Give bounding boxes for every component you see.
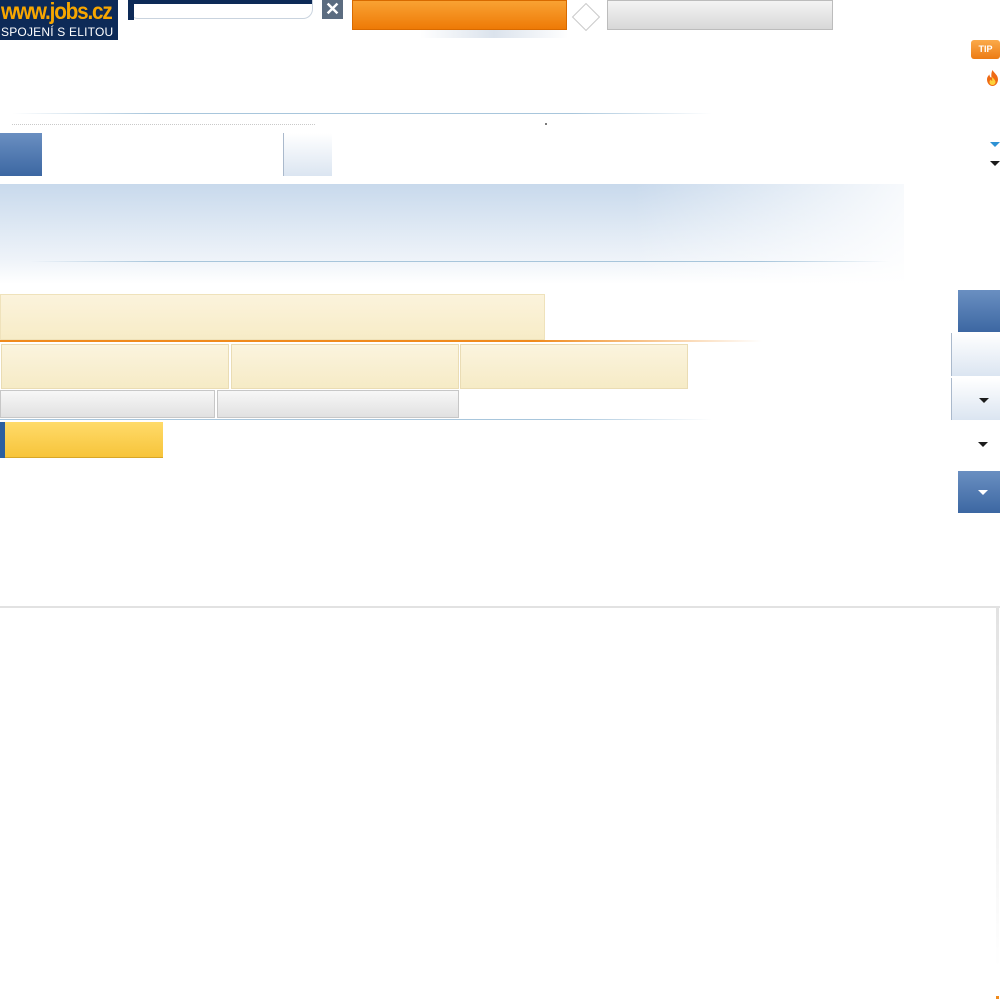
side-nav-tile[interactable] bbox=[958, 290, 1000, 332]
caret-down-icon bbox=[978, 490, 988, 495]
flame-icon[interactable] bbox=[985, 70, 1000, 86]
filter-divider bbox=[0, 419, 712, 420]
filter-panel-header bbox=[0, 294, 545, 340]
filter-tab[interactable] bbox=[1, 344, 229, 389]
logo-url-text: www.jobs.cz bbox=[1, 0, 113, 24]
filter-select[interactable] bbox=[0, 390, 215, 418]
caret-down-icon[interactable] bbox=[978, 442, 988, 447]
section-divider bbox=[12, 113, 712, 114]
filter-submit-accent bbox=[0, 422, 5, 458]
content-panel-edge bbox=[996, 608, 999, 968]
search-input[interactable] bbox=[128, 0, 313, 19]
flame-icon-svg bbox=[987, 70, 998, 86]
site-logo[interactable]: www.jobs.cz SPOJENÍ S ELITOU bbox=[0, 0, 118, 40]
hero-banner-fade bbox=[0, 184, 904, 284]
nav-tab-inactive[interactable] bbox=[283, 133, 332, 176]
close-icon: ✕ bbox=[324, 0, 341, 19]
logo-tagline: SPOJENÍ S ELITOU bbox=[1, 25, 114, 39]
filter-tab[interactable] bbox=[460, 344, 688, 389]
clear-search-button[interactable]: ✕ bbox=[322, 0, 343, 19]
side-dropdown-active[interactable] bbox=[958, 471, 1000, 513]
content-panel bbox=[0, 606, 1000, 1000]
corner-marker bbox=[996, 996, 999, 999]
search-input-caret bbox=[128, 0, 134, 20]
tip-badge-label: TIP bbox=[978, 44, 993, 54]
caret-down-icon[interactable] bbox=[990, 142, 1000, 147]
filter-select[interactable] bbox=[217, 390, 459, 418]
nav-tab-active[interactable] bbox=[0, 133, 42, 176]
filter-submit-button[interactable] bbox=[0, 422, 163, 458]
secondary-search-field[interactable] bbox=[607, 0, 833, 30]
filter-panel-rule bbox=[0, 340, 762, 342]
side-dropdown[interactable] bbox=[951, 378, 1000, 420]
button-shadow bbox=[420, 30, 568, 38]
side-nav-tile-light[interactable] bbox=[951, 333, 1000, 376]
diamond-separator-icon bbox=[571, 2, 601, 32]
tip-badge[interactable]: TIP bbox=[971, 40, 1000, 59]
bullet-dot bbox=[545, 123, 547, 125]
search-submit-button[interactable] bbox=[352, 0, 567, 30]
filter-tab[interactable] bbox=[231, 344, 459, 389]
hero-divider bbox=[30, 261, 890, 262]
caret-down-icon[interactable] bbox=[990, 161, 1000, 166]
dotted-divider bbox=[12, 124, 315, 125]
caret-down-icon bbox=[979, 398, 989, 403]
